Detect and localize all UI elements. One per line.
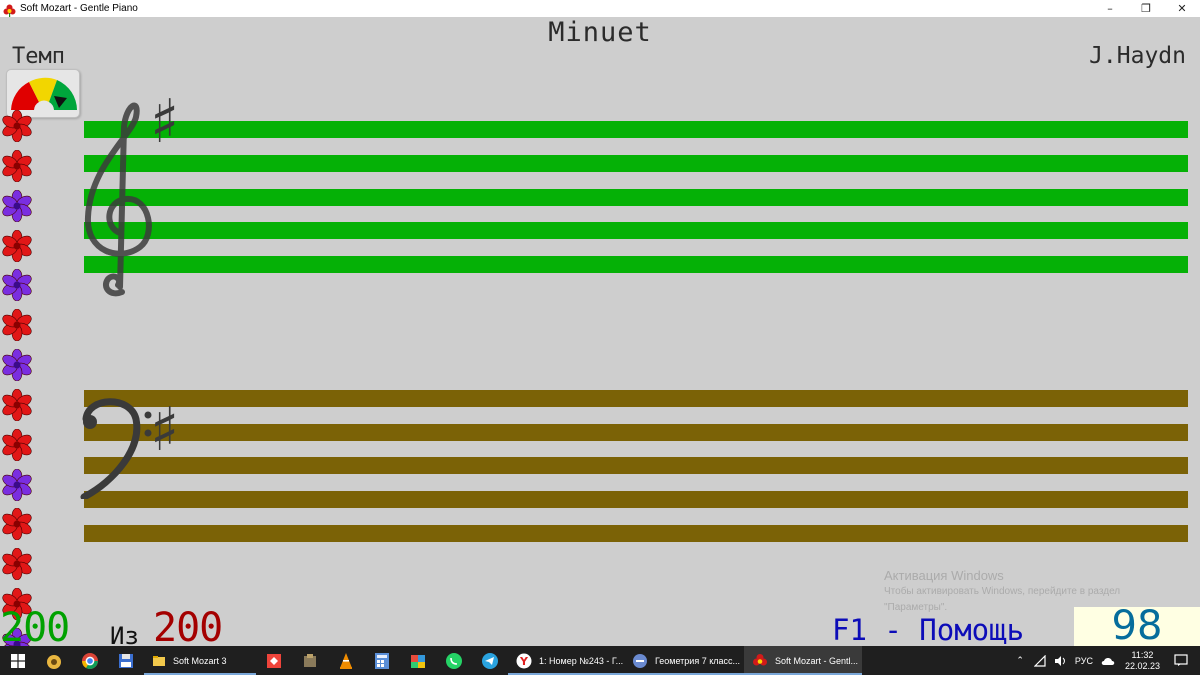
taskbar-app-label: Soft Mozart - Gentl... — [775, 655, 859, 666]
start-button[interactable] — [0, 646, 36, 675]
watermark-line: Чтобы активировать Windows, перейдите в … — [884, 586, 1121, 597]
windows-taskbar: Soft Mozart 3 Y 1: Номер №243 - Г... Гео… — [0, 646, 1200, 675]
taskbar-vlc-icon[interactable] — [328, 646, 364, 675]
minimize-button[interactable]: – — [1092, 0, 1128, 17]
taskbar-anydesk-icon[interactable] — [256, 646, 292, 675]
tray-network-icon[interactable] — [1033, 654, 1046, 667]
maximize-button[interactable]: ❐ — [1128, 0, 1164, 17]
bass-key-signature: ♯ — [150, 395, 180, 465]
staff-line — [84, 424, 1188, 441]
progress-flowers — [1, 109, 37, 646]
red-flower-icon — [2, 508, 32, 541]
purple-flower-icon — [2, 269, 32, 302]
correct-count: 200 — [0, 605, 70, 646]
clock-time: 11:32 — [1131, 649, 1154, 660]
purple-flower-icon — [2, 348, 32, 382]
red-flower-icon — [2, 149, 32, 183]
tray-language[interactable]: РУС — [1075, 656, 1093, 666]
window-titlebar: Soft Mozart - Gentle Piano – ❐ ✕ — [0, 0, 1200, 17]
staff-line — [84, 390, 1188, 407]
clock-date: 22.02.23 — [1124, 660, 1160, 671]
system-tray: ⌃ РУС 11:32 22.02.23 — [1016, 646, 1200, 675]
treble-key-signature: ♯ — [150, 87, 180, 157]
total-count: 200 — [153, 605, 223, 646]
taskbar-app-yandex[interactable]: Y 1: Номер №243 - Г... — [508, 646, 624, 675]
red-flower-icon — [2, 229, 32, 262]
red-flower-icon — [2, 388, 32, 422]
purple-flower-icon — [2, 189, 32, 222]
taskbar-telegram-icon[interactable] — [472, 646, 508, 675]
purple-flower-icon — [2, 468, 32, 501]
red-flower-icon — [2, 547, 32, 581]
soft-mozart-flower-icon — [753, 653, 767, 665]
taskbar-app-soft-mozart-active[interactable]: Soft Mozart - Gentl... — [744, 646, 862, 675]
taskbar-calculator-icon[interactable] — [364, 646, 400, 675]
bass-clef-icon — [80, 398, 152, 499]
tray-onedrive-icon[interactable] — [1101, 656, 1115, 666]
red-flower-icon — [2, 308, 32, 342]
taskbar-save-icon[interactable] — [108, 646, 144, 675]
red-flower-icon — [2, 428, 32, 462]
staff-line — [84, 457, 1188, 474]
staff-line — [84, 491, 1188, 508]
taskbar-game-icon[interactable] — [36, 646, 72, 675]
staff-line — [84, 525, 1188, 542]
tempo-label: Темп — [12, 44, 65, 69]
taskbar-app-label: Soft Mozart 3 — [173, 655, 227, 666]
yandex-browser-icon: Y — [516, 653, 532, 668]
piece-title: Minuet — [548, 17, 652, 48]
tray-clock[interactable]: 11:32 22.02.23 — [1125, 650, 1160, 672]
taskbar-app-geometry[interactable]: Геометрия 7 класс... — [624, 646, 744, 675]
help-hint[interactable]: F1 - Помощь — [832, 613, 1024, 646]
windows-logo-icon — [11, 653, 25, 668]
of-label: Из — [110, 622, 139, 646]
folder-icon — [153, 655, 165, 666]
staff-line — [84, 256, 1188, 273]
taskbar-app-soft-mozart-3[interactable]: Soft Mozart 3 — [144, 646, 256, 675]
treble-clef-icon — [84, 102, 152, 297]
taskbar-app-label: 1: Номер №243 - Г... — [539, 655, 624, 666]
composer-name: J.Haydn — [1089, 43, 1186, 69]
watermark-title: Активация Windows — [884, 568, 1004, 583]
staff-line — [84, 121, 1188, 138]
staff-line — [84, 155, 1188, 172]
red-flower-icon — [2, 109, 32, 143]
staff-line — [84, 222, 1188, 239]
note-counter: 98 — [1111, 603, 1163, 646]
window-title: Soft Mozart - Gentle Piano — [20, 3, 138, 14]
close-button[interactable]: ✕ — [1164, 0, 1200, 17]
taskbar-tool-icon[interactable] — [292, 646, 328, 675]
app-flower-icon — [3, 2, 16, 17]
taskbar-app-label: Геометрия 7 класс... — [655, 655, 741, 666]
tray-volume-icon[interactable] — [1054, 655, 1067, 667]
taskbar-package-icon[interactable] — [400, 646, 436, 675]
reader-icon — [633, 653, 647, 668]
score-canvas: Minuet J.Haydn Темп ♯ ♯ Активация Window… — [0, 17, 1200, 646]
staff-line — [84, 189, 1188, 206]
svg-text:Y: Y — [519, 655, 529, 668]
notifications-icon[interactable] — [1174, 654, 1188, 667]
taskbar-whatsapp-icon[interactable] — [436, 646, 472, 675]
taskbar-chrome-icon[interactable] — [72, 646, 108, 675]
tray-chevron-up-icon[interactable]: ⌃ — [1016, 655, 1024, 666]
